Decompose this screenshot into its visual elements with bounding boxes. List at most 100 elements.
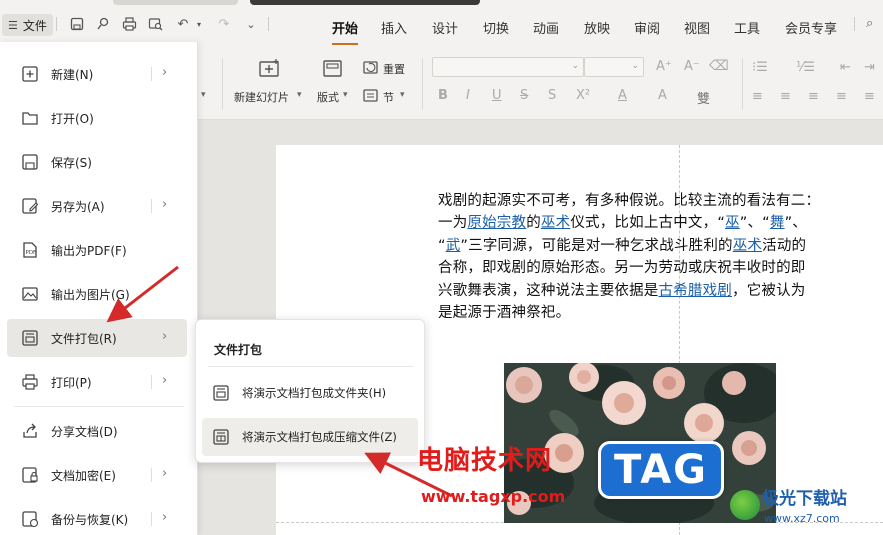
slide-text-run: 戏剧的起源实不可考，有多种假说。比较主流的看法有二：: [438, 193, 821, 209]
menu-item-export-image[interactable]: 输出为图片(G): [7, 275, 187, 313]
slide-hyperlink[interactable]: 巫术: [733, 238, 762, 254]
numbered-list-icon[interactable]: ⅟☰: [796, 60, 815, 75]
package-folder-icon: [213, 385, 229, 401]
menu-item-new[interactable]: 新建(N) ›: [7, 55, 187, 93]
slide-text-run: “: [438, 237, 446, 254]
font-name-select[interactable]: ⌄: [432, 57, 584, 77]
save-quick-icon[interactable]: [68, 15, 86, 33]
underline-button[interactable]: U: [492, 88, 502, 103]
font-shrink-icon[interactable]: A⁻: [684, 59, 700, 74]
slide-text-line: 合称，即戏剧的原始形态。另一为劳动或庆祝丰收时的即: [438, 257, 883, 279]
align-right-icon[interactable]: ≡: [808, 89, 819, 104]
svg-text:PDF: PDF: [26, 250, 37, 256]
ribbon-separator: [222, 58, 223, 110]
chevron-right-icon[interactable]: ›: [162, 65, 167, 80]
clear-format-icon[interactable]: ⌫: [709, 58, 729, 74]
reset-icon: [363, 61, 378, 74]
print-preview-icon[interactable]: [146, 15, 164, 33]
slide-text-line: 一为原始宗教的巫术仪式，比如上古中文，“巫”、“舞”、: [438, 212, 883, 234]
slide-hyperlink[interactable]: 巫: [725, 215, 740, 231]
submenu-item-label: 将演示文档打包成压缩文件(Z): [242, 430, 397, 444]
search-icon[interactable]: ⌕: [866, 16, 873, 31]
ribbon-separator: [742, 58, 743, 110]
slide-hyperlink[interactable]: 武: [446, 238, 461, 254]
menu-item-open[interactable]: 打开(O): [7, 99, 187, 137]
shadow-button[interactable]: S: [548, 88, 556, 103]
tab-member[interactable]: 会员专享: [785, 18, 837, 37]
document-tab-strip[interactable]: [113, 0, 238, 5]
slide-hyperlink[interactable]: 原始宗教: [467, 215, 526, 231]
justify-icon[interactable]: ≡: [836, 89, 847, 104]
chevron-right-icon[interactable]: ›: [162, 329, 167, 344]
brush-icon[interactable]: [94, 15, 112, 33]
customize-dropdown-icon[interactable]: ⌄: [242, 15, 260, 33]
font-size-select[interactable]: ⌄: [584, 57, 644, 77]
indent-increase-icon[interactable]: ⇥: [864, 60, 875, 75]
paste-dropdown-icon[interactable]: ▾: [201, 90, 206, 100]
tab-home[interactable]: 开始: [332, 18, 359, 45]
bold-button[interactable]: B: [438, 88, 448, 103]
tab-animation[interactable]: 动画: [533, 18, 559, 37]
slide-text-run: ，它被认为: [732, 282, 806, 299]
watermark-site-url: www.tagxp.com: [421, 487, 566, 506]
menu-item-label: 分享文档(D): [51, 424, 118, 439]
chevron-down-icon: ▾: [343, 90, 348, 100]
slide-hyperlink[interactable]: 巫术: [541, 215, 570, 231]
chevron-right-icon[interactable]: ›: [162, 197, 167, 212]
chevron-right-icon[interactable]: ›: [162, 373, 167, 388]
tab-insert[interactable]: 插入: [381, 18, 407, 37]
print-quick-icon[interactable]: [120, 15, 138, 33]
bullet-list-icon[interactable]: ⁝☰: [752, 60, 768, 75]
chevron-right-icon[interactable]: ›: [162, 466, 167, 481]
tab-tools[interactable]: 工具: [734, 18, 760, 37]
menu-item-share[interactable]: 分享文档(D): [7, 412, 187, 450]
slide-hyperlink[interactable]: 舞: [770, 215, 785, 231]
menu-item-separator: [151, 468, 152, 482]
slide-text-box[interactable]: 戏剧的起源实不可考，有多种假说。比较主流的看法有二： 一为原始宗教的巫术仪式，比如…: [438, 190, 883, 324]
menu-item-file-package[interactable]: 文件打包(R) ›: [7, 319, 187, 357]
menu-item-encrypt[interactable]: 文档加密(E) ›: [7, 456, 187, 494]
menu-item-separator: [151, 199, 152, 213]
chevron-down-icon: ▾: [400, 90, 405, 100]
chevron-down-icon: ▾: [297, 90, 302, 100]
menu-item-save-as[interactable]: 另存为(A) ›: [7, 187, 187, 225]
menu-item-export-pdf[interactable]: PDF 输出为PDF(F): [7, 231, 187, 269]
italic-button[interactable]: I: [466, 88, 470, 103]
align-center-icon[interactable]: ≡: [780, 89, 791, 104]
tab-design[interactable]: 设计: [432, 18, 458, 37]
strikethrough-button[interactable]: S: [520, 88, 528, 103]
slide-hyperlink[interactable]: 古希腊戏剧: [659, 283, 733, 299]
redo-icon[interactable]: ↷: [215, 15, 233, 33]
package-zip-icon: [213, 429, 229, 445]
menu-item-separator: [151, 67, 152, 81]
menu-item-separator: [151, 512, 152, 526]
font-grow-icon[interactable]: A⁺: [656, 59, 672, 74]
chevron-right-icon[interactable]: ›: [162, 510, 167, 525]
slide-text-run: 合称，即戏剧的原始形态。另一为劳动或庆祝丰收时的即: [438, 260, 806, 277]
align-left-icon[interactable]: ≡: [752, 89, 763, 104]
font-color-button[interactable]: A: [618, 88, 627, 103]
undo-dropdown-icon[interactable]: ▾: [190, 15, 208, 33]
image-export-icon: [22, 287, 38, 301]
slide-text-run: 一为: [438, 215, 468, 232]
menu-item-save[interactable]: 保存(S): [7, 143, 187, 181]
file-menu-button[interactable]: ☰ 文件: [2, 14, 53, 36]
indent-decrease-icon[interactable]: ⇤: [840, 60, 851, 75]
save-icon: [22, 154, 38, 170]
package-to-zip-item[interactable]: 将演示文档打包成压缩文件(Z): [202, 418, 418, 456]
tab-transition[interactable]: 切换: [483, 18, 509, 37]
tab-slideshow[interactable]: 放映: [584, 18, 610, 37]
menu-item-print[interactable]: 打印(P) ›: [7, 363, 187, 401]
phonetic-button[interactable]: 雙: [697, 88, 710, 107]
reset-label: 重置: [383, 63, 405, 76]
tab-view[interactable]: 视图: [684, 18, 710, 37]
distribute-icon[interactable]: ≡: [864, 89, 875, 104]
print-icon: [22, 374, 38, 390]
highlight-button[interactable]: A: [658, 88, 667, 103]
superscript-button[interactable]: X²: [576, 88, 590, 103]
tab-review[interactable]: 审阅: [634, 18, 660, 37]
active-document-tab-strip[interactable]: [250, 0, 480, 5]
package-to-folder-item[interactable]: 将演示文档打包成文件夹(H): [202, 374, 418, 412]
menu-item-backup[interactable]: 备份与恢复(K) ›: [7, 500, 187, 535]
submenu-divider: [208, 366, 414, 367]
